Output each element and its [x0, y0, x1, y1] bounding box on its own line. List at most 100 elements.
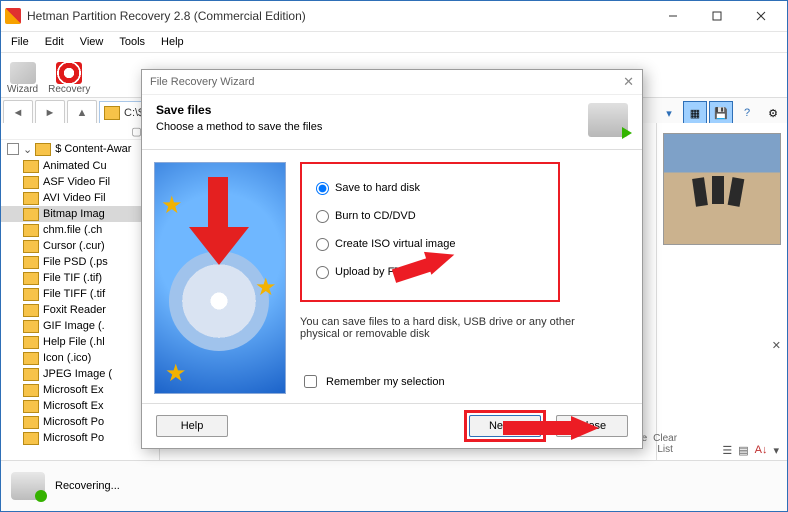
folder-icon — [23, 208, 39, 221]
download-arrow-icon — [195, 177, 241, 277]
tree-item[interactable]: Bitmap Imag — [1, 206, 159, 222]
sort-az-icon[interactable]: A↓ — [755, 444, 768, 456]
option-cd-dvd[interactable]: Burn to CD/DVD — [316, 202, 544, 230]
folder-icon — [23, 192, 39, 205]
help-button[interactable]: ? — [735, 101, 759, 125]
tree-item-label: GIF Image (. — [43, 320, 105, 332]
tree-item[interactable]: File TIF (.tif) — [1, 270, 159, 286]
arrow-left-icon: ◄ — [13, 107, 24, 119]
folder-icon — [23, 352, 39, 365]
tree-root[interactable]: ⌄ $ Content-Awar — [1, 140, 159, 158]
next-button[interactable]: Next > — [469, 415, 541, 437]
save-button[interactable]: 💾 — [709, 101, 733, 125]
list-view-icon[interactable]: ☰ — [722, 444, 732, 457]
option-ftp-label: Upload by FTP — [335, 266, 408, 278]
toolbar-wizard[interactable]: Wizard — [7, 62, 38, 95]
dialog-titlebar: File Recovery Wizard ✕ — [142, 70, 642, 95]
tree-item[interactable]: Microsoft Ex — [1, 398, 159, 414]
radio-iso[interactable] — [316, 238, 329, 251]
tree-item[interactable]: AVI Video Fil — [1, 190, 159, 206]
help-button[interactable]: Help — [156, 415, 228, 437]
option-hard-disk[interactable]: Save to hard disk — [316, 174, 544, 202]
remember-checkbox[interactable] — [304, 375, 317, 388]
radio-cd-dvd[interactable] — [316, 210, 329, 223]
menu-tools[interactable]: Tools — [113, 34, 151, 50]
minimize-button[interactable] — [651, 2, 695, 30]
col-clearlist: Clear List — [653, 433, 677, 455]
folder-icon — [23, 304, 39, 317]
menu-file[interactable]: File — [5, 34, 35, 50]
menu-help[interactable]: Help — [155, 34, 190, 50]
arrow-right-icon: ► — [45, 107, 56, 119]
nav-dropdown-button[interactable]: ▾ — [657, 101, 681, 125]
dialog-close-icon[interactable]: ✕ — [623, 74, 634, 90]
arrow-up-icon: ▲ — [77, 107, 88, 119]
folder-icon — [23, 336, 39, 349]
preview-people-icon — [692, 158, 752, 218]
tree-item-label: Microsoft Ex — [43, 384, 104, 396]
tree-item[interactable]: Cursor (.cur) — [1, 238, 159, 254]
disk-activity-icon — [11, 472, 45, 500]
wizard-illustration — [154, 162, 286, 394]
gear-icon: ⚙ — [768, 107, 778, 120]
tree-item[interactable]: JPEG Image ( — [1, 366, 159, 382]
maximize-icon — [712, 11, 722, 21]
remember-selection[interactable]: Remember my selection — [300, 372, 630, 391]
toolbar-recovery[interactable]: Recovery — [48, 62, 90, 95]
toolbar-wizard-label: Wizard — [7, 84, 38, 95]
tree-item[interactable]: ASF Video Fil — [1, 174, 159, 190]
dialog-heading: Save files — [156, 103, 588, 117]
tree-item[interactable]: File PSD (.ps — [1, 254, 159, 270]
folder-icon — [23, 384, 39, 397]
menu-edit[interactable]: Edit — [39, 34, 70, 50]
star-icon — [161, 191, 185, 215]
tree-item[interactable]: Foxit Reader — [1, 302, 159, 318]
tree-item-label: Foxit Reader — [43, 304, 106, 316]
tree-item[interactable]: File TIFF (.tif — [1, 286, 159, 302]
folder-icon — [23, 176, 39, 189]
option-iso[interactable]: Create ISO virtual image — [316, 230, 544, 258]
tree-item[interactable]: Microsoft Po — [1, 430, 159, 446]
close-button[interactable]: Close — [556, 415, 628, 437]
preview-close-icon[interactable]: ✕ — [772, 339, 781, 352]
tree-item-label: Microsoft Ex — [43, 400, 104, 412]
tree-item[interactable]: Help File (.hl — [1, 334, 159, 350]
radio-ftp[interactable] — [316, 266, 329, 279]
app-window: Hetman Partition Recovery 2.8 (Commercia… — [0, 0, 788, 512]
view-more-icon[interactable]: ▾ — [773, 444, 779, 457]
hard-disk-icon — [588, 103, 628, 137]
file-recovery-wizard-dialog: File Recovery Wizard ✕ Save files Choose… — [141, 69, 643, 449]
tree-item[interactable]: Animated Cu — [1, 158, 159, 174]
folder-icon — [23, 160, 39, 173]
close-button[interactable] — [739, 2, 783, 30]
tree-item[interactable]: Icon (.ico) — [1, 350, 159, 366]
tree-item-label: Help File (.hl — [43, 336, 105, 348]
options-button[interactable]: ⚙ — [761, 101, 785, 125]
folder-tree[interactable]: ▢ ✕ ⌄ $ Content-Awar Animated CuASF Vide… — [1, 123, 160, 461]
tree-item[interactable]: Microsoft Po — [1, 414, 159, 430]
folder-icon — [23, 256, 39, 269]
tree-item[interactable]: chm.file (.ch — [1, 222, 159, 238]
view-thumbnails-button[interactable]: ▦ — [683, 101, 707, 125]
dialog-button-row: Help Next > Close — [142, 403, 642, 448]
folder-icon — [35, 143, 51, 156]
wizard-icon — [10, 62, 36, 84]
dialog-header: Save files Choose a method to save the f… — [142, 95, 642, 150]
tree-item[interactable]: GIF Image (. — [1, 318, 159, 334]
tree-collapse-icon[interactable]: ⌄ — [23, 143, 32, 156]
folder-icon — [23, 240, 39, 253]
tree-item-label: chm.file (.ch — [43, 224, 102, 236]
detail-view-icon[interactable]: ▤ — [738, 444, 748, 457]
tree-item-label: Microsoft Po — [43, 432, 104, 444]
tree-item-label: Icon (.ico) — [43, 352, 91, 364]
maximize-button[interactable] — [695, 2, 739, 30]
radio-hard-disk[interactable] — [316, 182, 329, 195]
menu-view[interactable]: View — [74, 34, 110, 50]
option-ftp[interactable]: Upload by FTP — [316, 258, 544, 286]
tree-item-label: File TIFF (.tif — [43, 288, 105, 300]
next-button-highlight: Next > — [464, 410, 546, 442]
tree-item[interactable]: Microsoft Ex — [1, 382, 159, 398]
tree-item-label: JPEG Image ( — [43, 368, 112, 380]
folder-icon — [23, 272, 39, 285]
folder-icon — [23, 416, 39, 429]
